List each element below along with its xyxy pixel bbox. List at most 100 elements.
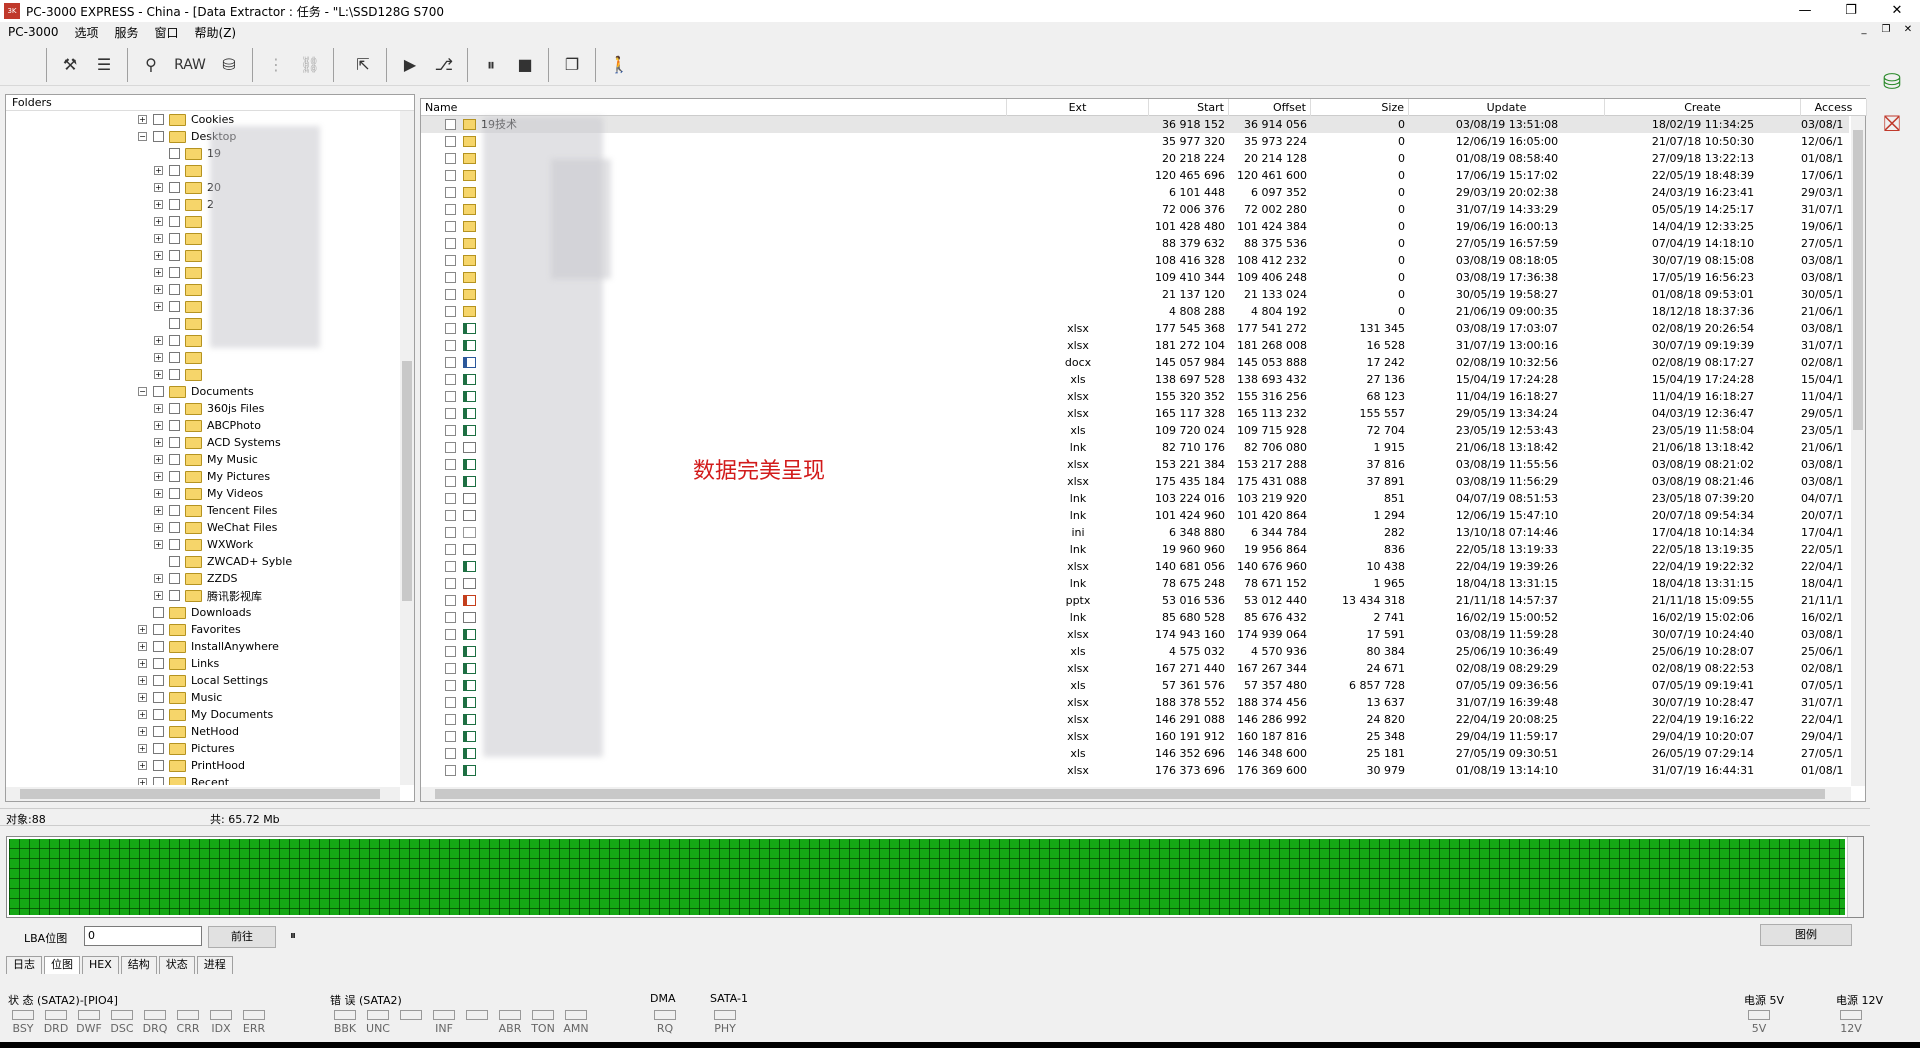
- tree-icon[interactable]: ⋮: [259, 49, 293, 81]
- file-checkbox[interactable]: [445, 119, 456, 130]
- folder-tree-item[interactable]: −Desktop: [6, 128, 400, 145]
- file-checkbox[interactable]: [445, 153, 456, 164]
- legend-button[interactable]: 图例: [1760, 924, 1852, 946]
- file-checkbox[interactable]: [445, 561, 456, 572]
- file-row[interactable]: lnk 82 710 176 82 706 080 1 915 21/06/18 13:…: [421, 439, 1849, 456]
- expand-toggle-icon[interactable]: +: [138, 693, 147, 702]
- folder-checkbox[interactable]: [169, 590, 180, 601]
- folder-vertical-scrollbar[interactable]: [400, 111, 414, 785]
- file-checkbox[interactable]: [445, 510, 456, 521]
- folder-tree-item[interactable]: + ACD Systems: [6, 434, 400, 451]
- expand-toggle-icon[interactable]: +: [154, 506, 163, 515]
- column-update[interactable]: Update: [1409, 99, 1605, 116]
- folder-checkbox[interactable]: [153, 114, 164, 125]
- file-row[interactable]: xlsx 155 320 352 155 316 256 68 123 11/04/19…: [421, 388, 1849, 405]
- file-checkbox[interactable]: [445, 527, 456, 538]
- expand-toggle-icon[interactable]: +: [154, 200, 163, 209]
- folder-tree-item[interactable]: + WeChat Files: [6, 519, 400, 536]
- mdi-close-icon[interactable]: ✕: [1900, 24, 1916, 40]
- file-row[interactable]: 35 977 320 35 973 224 0 12/06/19 16:05:00 21…: [421, 133, 1849, 150]
- file-row[interactable]: xlsx 181 272 104 181 268 008 16 528 31/07/19…: [421, 337, 1849, 354]
- folder-tree-item[interactable]: + PrintHood: [6, 757, 400, 774]
- file-checkbox[interactable]: [445, 374, 456, 385]
- folder-checkbox[interactable]: [169, 471, 180, 482]
- file-row[interactable]: xlsx 188 378 552 188 374 456 13 637 31/07/19…: [421, 694, 1849, 711]
- folder-tree-item[interactable]: +: [6, 162, 400, 179]
- folder-tree-item[interactable]: +: [6, 281, 400, 298]
- folder-tree-item[interactable]: +2: [6, 196, 400, 213]
- map-scrollbar[interactable]: [1847, 837, 1863, 917]
- folder-tree-item[interactable]: +360js Files: [6, 400, 400, 417]
- expand-toggle-icon[interactable]: +: [138, 642, 147, 651]
- column-start[interactable]: Start: [1149, 99, 1229, 116]
- folder-tree-item[interactable]: +: [6, 332, 400, 349]
- file-checkbox[interactable]: [445, 357, 456, 368]
- folder-checkbox[interactable]: [169, 301, 180, 312]
- expand-toggle-icon[interactable]: +: [138, 778, 147, 785]
- column-access[interactable]: Access: [1801, 99, 1867, 116]
- file-row[interactable]: lnk 103 224 016 103 219 920 851 04/07/19 08:…: [421, 490, 1849, 507]
- file-checkbox[interactable]: [445, 306, 456, 317]
- column-size[interactable]: Size: [1311, 99, 1409, 116]
- file-row[interactable]: lnk 19 960 960 19 956 864 836 22/05/18 13:19…: [421, 541, 1849, 558]
- expand-toggle-icon[interactable]: +: [154, 472, 163, 481]
- expand-toggle-icon[interactable]: −: [138, 387, 147, 396]
- folder-checkbox[interactable]: [153, 131, 164, 142]
- folder-checkbox[interactable]: [169, 556, 180, 567]
- raw-button[interactable]: RAW: [168, 49, 212, 81]
- file-horizontal-scrollbar[interactable]: [421, 787, 1851, 801]
- file-checkbox[interactable]: [445, 748, 456, 759]
- file-checkbox[interactable]: [445, 680, 456, 691]
- restore-button[interactable]: ❐: [1828, 0, 1874, 22]
- file-row[interactable]: lnk 78 675 248 78 671 152 1 965 18/04/18 13:…: [421, 575, 1849, 592]
- folder-checkbox[interactable]: [169, 352, 180, 363]
- file-checkbox[interactable]: [445, 272, 456, 283]
- folder-checkbox[interactable]: [153, 743, 164, 754]
- file-row[interactable]: 109 410 344 109 406 248 0 03/08/19 17:36:38…: [421, 269, 1849, 286]
- folder-tree-item[interactable]: + Links: [6, 655, 400, 672]
- file-row[interactable]: pptx 53 016 536 53 012 440 13 434 318 21/11/…: [421, 592, 1849, 609]
- folder-tree-item[interactable]: +: [6, 213, 400, 230]
- folder-checkbox[interactable]: [169, 284, 180, 295]
- exit-icon[interactable]: 🚶: [602, 49, 636, 81]
- expand-toggle-icon[interactable]: +: [154, 166, 163, 175]
- file-checkbox[interactable]: [445, 136, 456, 147]
- file-row[interactable]: xlsx 140 681 056 140 676 960 10 438 22/04/19…: [421, 558, 1849, 575]
- folder-tree-item[interactable]: ZWCAD+ Syble: [6, 553, 400, 570]
- folder-tree-item[interactable]: + My Videos: [6, 485, 400, 502]
- file-checkbox[interactable]: [445, 187, 456, 198]
- file-checkbox[interactable]: [445, 255, 456, 266]
- folder-checkbox[interactable]: [169, 539, 180, 550]
- column-offset[interactable]: Offset: [1229, 99, 1311, 116]
- folder-tree-item[interactable]: + My Documents: [6, 706, 400, 723]
- folder-tree-item[interactable]: + Pictures: [6, 740, 400, 757]
- file-checkbox[interactable]: [445, 595, 456, 606]
- menu-service[interactable]: 服务: [107, 24, 147, 41]
- file-row[interactable]: 19技术36 918 15236 914 056003/08/19 13:51:…: [421, 116, 1849, 133]
- folder-horizontal-scrollbar[interactable]: [6, 787, 400, 801]
- expand-toggle-icon[interactable]: +: [154, 234, 163, 243]
- tab-hex[interactable]: HEX: [82, 956, 119, 974]
- folder-tree-item[interactable]: + Tencent Files: [6, 502, 400, 519]
- folder-checkbox[interactable]: [169, 454, 180, 465]
- folder-checkbox[interactable]: [153, 386, 164, 397]
- folder-tree-item[interactable]: + My Pictures: [6, 468, 400, 485]
- tab-process[interactable]: 进程: [196, 956, 233, 974]
- expand-toggle-icon[interactable]: +: [154, 489, 163, 498]
- folder-tree-item[interactable]: +: [6, 230, 400, 247]
- folder-checkbox[interactable]: [169, 573, 180, 584]
- folder-checkbox[interactable]: [153, 675, 164, 686]
- folder-checkbox[interactable]: [169, 165, 180, 176]
- expand-toggle-icon[interactable]: −: [138, 132, 147, 141]
- folder-checkbox[interactable]: [169, 318, 180, 329]
- expand-toggle-icon[interactable]: +: [154, 251, 163, 260]
- folder-checkbox[interactable]: [153, 726, 164, 737]
- tab-structure[interactable]: 结构: [120, 956, 157, 974]
- lba-bitmap[interactable]: [9, 839, 1845, 915]
- column-create[interactable]: Create: [1605, 99, 1801, 116]
- file-checkbox[interactable]: [445, 765, 456, 776]
- file-row[interactable]: xlsx 175 435 184 175 431 088 37 891 03/08/19…: [421, 473, 1849, 490]
- folder-checkbox[interactable]: [153, 760, 164, 771]
- file-row[interactable]: xls 146 352 696 146 348 600 25 181 27/05/19 …: [421, 745, 1849, 762]
- file-checkbox[interactable]: [445, 493, 456, 504]
